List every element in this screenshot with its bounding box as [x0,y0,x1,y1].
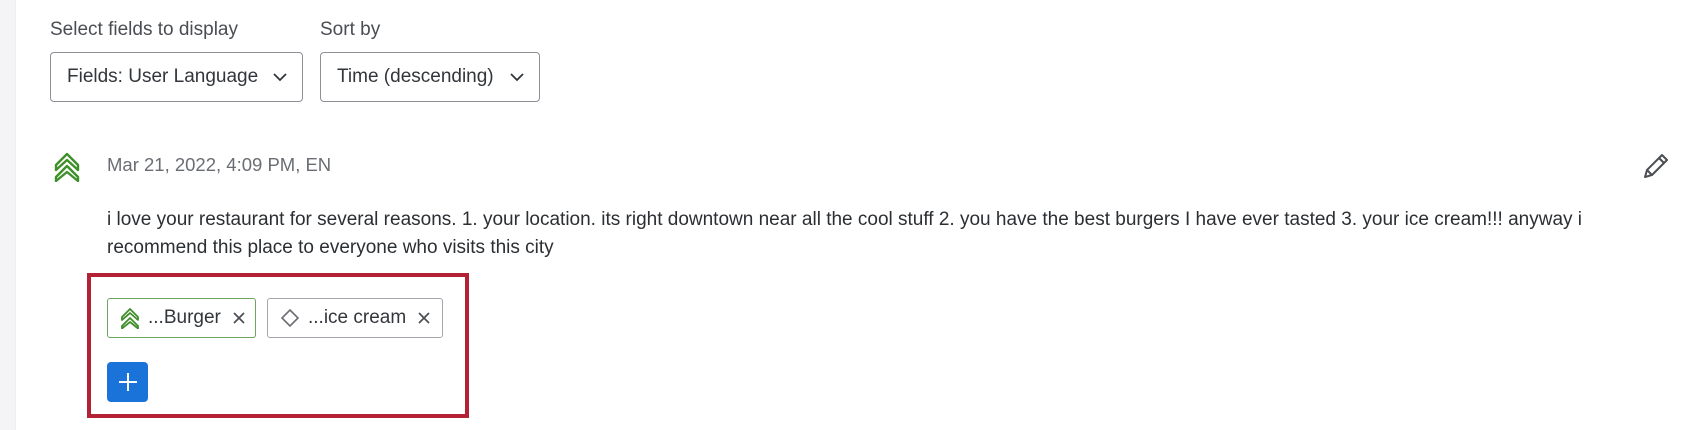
double-chevron-up-icon [121,308,139,329]
close-icon[interactable] [416,310,432,326]
close-icon[interactable] [231,310,247,326]
sort-dropdown[interactable]: Time (descending) [320,52,540,102]
positive-sentiment-icon [54,152,80,182]
fields-dropdown[interactable]: Fields: User Language [50,52,303,102]
diamond-icon [280,308,300,328]
left-rail [0,0,16,430]
chevron-down-icon [273,73,287,82]
topic-chip-burger[interactable]: ...Burger [107,298,256,338]
sort-label: Sort by [320,19,381,40]
topic-chip-ice-cream[interactable]: ...ice cream [267,298,443,338]
response-meta: Mar 21, 2022, 4:09 PM, EN [107,154,332,175]
topic-chip-label: ...ice cream [308,307,407,328]
chevron-down-icon [510,73,524,82]
response-text: i love your restaurant for several reaso… [107,209,1583,258]
sort-dropdown-value: Time (descending) [337,66,494,87]
plus-icon [118,373,137,391]
fields-label: Select fields to display [50,19,238,40]
add-topic-button[interactable] [107,362,148,402]
pencil-icon[interactable] [1640,150,1672,182]
fields-dropdown-value: Fields: User Language [67,66,259,87]
topic-chip-label: ...Burger [148,307,221,328]
